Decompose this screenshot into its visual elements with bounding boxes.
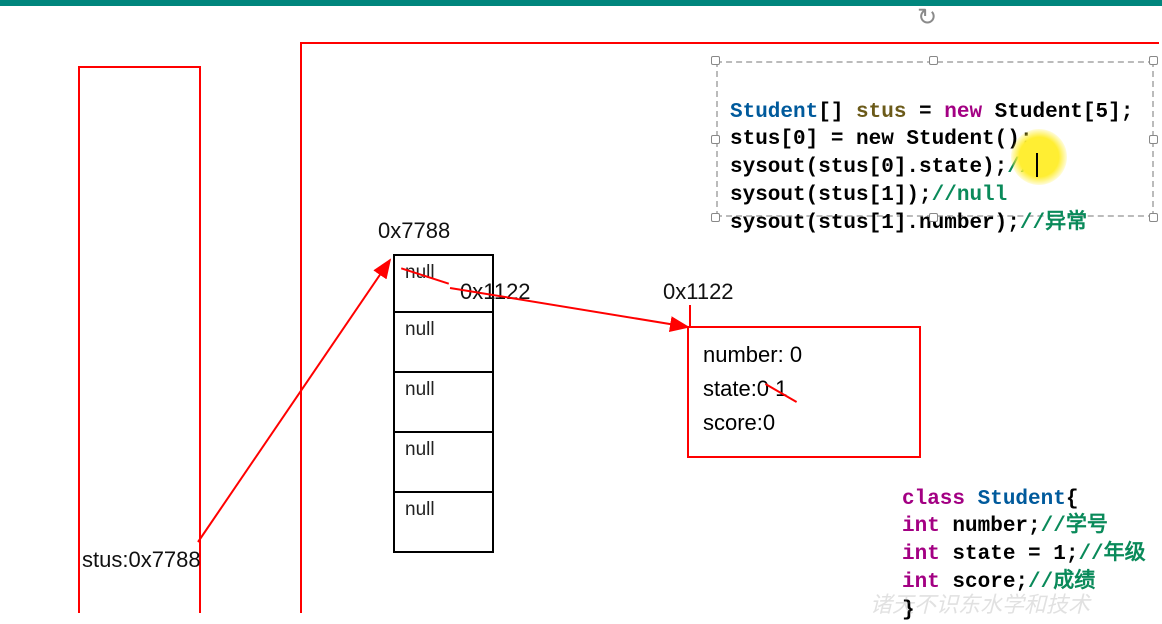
selection-handle-icon <box>711 213 720 222</box>
selection-handle-icon <box>929 213 938 222</box>
text-cursor-icon <box>1036 153 1038 177</box>
watermark-text: 诸天不识东水学和技术 <box>870 587 1090 619</box>
selection-handle-icon <box>1149 135 1158 144</box>
array-cell-4: null <box>393 491 494 553</box>
array-cell-3: null <box>393 431 494 493</box>
selection-handle-icon <box>1149 213 1158 222</box>
stack-area-box <box>78 66 201 613</box>
code-snippet-top[interactable]: Student[] stus = new Student[5]; stus[0]… <box>716 61 1154 217</box>
array-cell-1: null <box>393 311 494 373</box>
object-box: number: 0 state:0 1 score:0 <box>687 326 921 458</box>
highlight-cursor-icon <box>1011 129 1067 185</box>
object-field-state: state:0 1 <box>703 372 905 406</box>
top-accent-bar <box>0 0 1162 6</box>
cell0-new-address: 0x1122 <box>460 279 531 305</box>
refresh-icon: ↻ <box>917 3 937 32</box>
object-field-number: number: 0 <box>703 338 905 372</box>
array-cell-2: null <box>393 371 494 433</box>
selection-handle-icon <box>1149 56 1158 65</box>
object-address-label: 0x1122 <box>663 279 734 305</box>
object-field-score: score:0 <box>703 406 905 440</box>
selection-handle-icon <box>711 135 720 144</box>
selection-handle-icon <box>929 56 938 65</box>
stack-var-label: stus:0x7788 <box>82 547 201 573</box>
selection-handle-icon <box>711 56 720 65</box>
array-address-label: 0x7788 <box>378 218 450 244</box>
